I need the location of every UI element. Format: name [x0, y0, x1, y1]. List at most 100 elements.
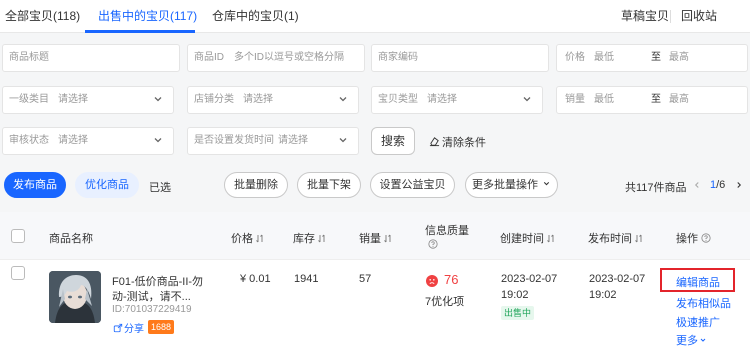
help-icon[interactable] [428, 239, 438, 249]
chevron-down-icon [339, 97, 347, 102]
header-quality: 信息质量 [425, 225, 469, 237]
created-date: 2023-02-07 [501, 273, 558, 285]
published-date: 2023-02-07 [589, 273, 646, 285]
merchant-code-input[interactable]: 商家编码 [371, 44, 549, 72]
header-published-label: 发布时间 [588, 233, 632, 245]
clear-filters-button[interactable]: 清除条件 [429, 134, 486, 150]
quality-note[interactable]: 7优化项 [425, 293, 464, 309]
chevron-down-icon [154, 97, 162, 102]
set-charity-button[interactable]: 设置公益宝贝 [370, 172, 455, 198]
product-id: ID:701037229419 [112, 304, 192, 315]
sort-icon [318, 234, 325, 243]
price-label: 价格 [565, 52, 585, 63]
quick-promote-link[interactable]: 极速推广 [676, 314, 720, 330]
publish-product-button[interactable]: 发布商品 [4, 172, 66, 198]
tab-on-sale[interactable]: 出售中的宝贝(117) [98, 0, 197, 33]
stock-value: 1941 [294, 273, 319, 285]
share-link[interactable]: 分享 [113, 320, 144, 335]
header-operation: 操作 [676, 230, 711, 246]
sad-face-icon [426, 275, 438, 287]
item-type-label: 宝贝类型 [378, 94, 418, 105]
chevron-down-icon [339, 138, 347, 143]
header-published[interactable]: 发布时间 [588, 230, 643, 246]
header-stock[interactable]: 库存 [293, 230, 326, 246]
top-tabbar: 全部宝贝(118) 出售中的宝贝(117) 仓库中的宝贝(1) 草稿宝贝 回收站 [0, 0, 750, 33]
price-to-label: 至 [651, 52, 661, 63]
selected-count-label: 已选 [149, 182, 171, 194]
review-status-label: 审核状态 [9, 135, 49, 146]
publish-similar-link[interactable]: 发布相似品 [676, 295, 731, 311]
title-filter-input[interactable]: 商品标题 [2, 44, 180, 72]
price-min-input[interactable]: 最低 [594, 45, 614, 71]
header-stock-label: 库存 [293, 233, 315, 245]
price-value: ¥ 0.01 [240, 273, 271, 285]
sort-icon [384, 234, 391, 243]
ship-time-select[interactable]: 是否设置发货时间 请选择 [187, 127, 359, 155]
sort-icon [256, 234, 263, 243]
select-all-checkbox[interactable] [11, 229, 25, 243]
product-id-placeholder: 多个ID以逗号或空格分隔 [234, 52, 344, 63]
ship-time-label: 是否设置发货时间 [194, 135, 274, 146]
product-id-filter[interactable]: 商品ID 多个ID以逗号或空格分隔 [187, 44, 365, 72]
edit-product-link[interactable]: 编辑商品 [676, 274, 720, 290]
product-id-label: 商品ID [194, 52, 224, 63]
total-count-label: 共117件商品 [625, 182, 687, 194]
chevron-down-icon [523, 97, 531, 102]
more-ops-label: 更多 [676, 335, 698, 347]
source-tag-1688: 1688 [148, 320, 175, 334]
more-batch-ops-label: 更多批量操作 [471, 179, 538, 191]
category-select[interactable]: 一级类目 请选择 [2, 86, 174, 114]
more-ops-link[interactable]: 更多 [676, 332, 707, 348]
shop-category-value: 请选择 [243, 94, 273, 105]
header-operation-label: 操作 [676, 233, 698, 245]
batch-delete-button[interactable]: 批量删除 [224, 172, 288, 198]
row-checkbox[interactable] [11, 266, 25, 280]
tab-warehouse[interactable]: 仓库中的宝贝(1) [212, 0, 299, 33]
help-icon[interactable] [701, 233, 711, 243]
review-status-value: 请选择 [58, 135, 88, 146]
category-value: 请选择 [58, 94, 88, 105]
search-button[interactable]: 搜索 [371, 127, 415, 155]
sales-max-input[interactable]: 最高 [669, 87, 689, 113]
header-sales[interactable]: 销量 [359, 230, 392, 246]
pagination: 1/6 [710, 179, 725, 191]
title-filter-placeholder: 商品标题 [9, 52, 49, 63]
product-thumbnail[interactable] [49, 271, 101, 323]
shop-category-select[interactable]: 店铺分类 请选择 [187, 86, 359, 114]
chevron-left-icon[interactable] [692, 180, 702, 190]
price-range-filter[interactable]: 价格 最低 至 最高 [556, 44, 748, 72]
review-status-select[interactable]: 审核状态 请选择 [2, 127, 174, 155]
more-batch-ops-button[interactable]: 更多批量操作 [465, 172, 558, 198]
eraser-icon [429, 137, 440, 147]
chevron-down-icon [543, 182, 550, 186]
sort-icon [547, 234, 554, 243]
share-label: 分享 [124, 324, 144, 335]
total-pages: /6 [716, 179, 726, 191]
sales-value: 57 [359, 273, 372, 285]
price-max-input[interactable]: 最高 [669, 45, 689, 71]
divider [670, 10, 671, 23]
share-icon [113, 323, 123, 333]
optimize-products-button[interactable]: 优化商品 [75, 172, 139, 198]
item-type-value: 请选择 [427, 94, 457, 105]
recycle-bin-link[interactable]: 回收站 [681, 0, 717, 33]
header-price-label: 价格 [231, 233, 253, 245]
merchant-code-placeholder: 商家编码 [378, 52, 418, 63]
product-title-line1[interactable]: F01-低价商品-II-勿 [112, 273, 203, 289]
published-time: 19:02 [589, 289, 617, 301]
batch-offline-button[interactable]: 批量下架 [297, 172, 361, 198]
drafts-link[interactable]: 草稿宝贝 [621, 0, 669, 33]
sales-to-label: 至 [651, 94, 661, 105]
product-title-line2[interactable]: 动-测试，请不... [112, 288, 191, 304]
sales-min-input[interactable]: 最低 [594, 87, 614, 113]
tab-all-items[interactable]: 全部宝贝(118) [5, 0, 80, 33]
product-image [49, 271, 101, 323]
status-badge: 出售中 [501, 306, 535, 320]
header-created[interactable]: 创建时间 [500, 230, 555, 246]
header-price[interactable]: 价格 [231, 230, 264, 246]
item-type-select[interactable]: 宝贝类型 请选择 [371, 86, 543, 114]
quality-score[interactable]: 76 [444, 272, 458, 287]
chevron-right-icon[interactable] [734, 180, 744, 190]
header-created-label: 创建时间 [500, 233, 544, 245]
sales-range-filter[interactable]: 销量 最低 至 最高 [556, 86, 748, 114]
